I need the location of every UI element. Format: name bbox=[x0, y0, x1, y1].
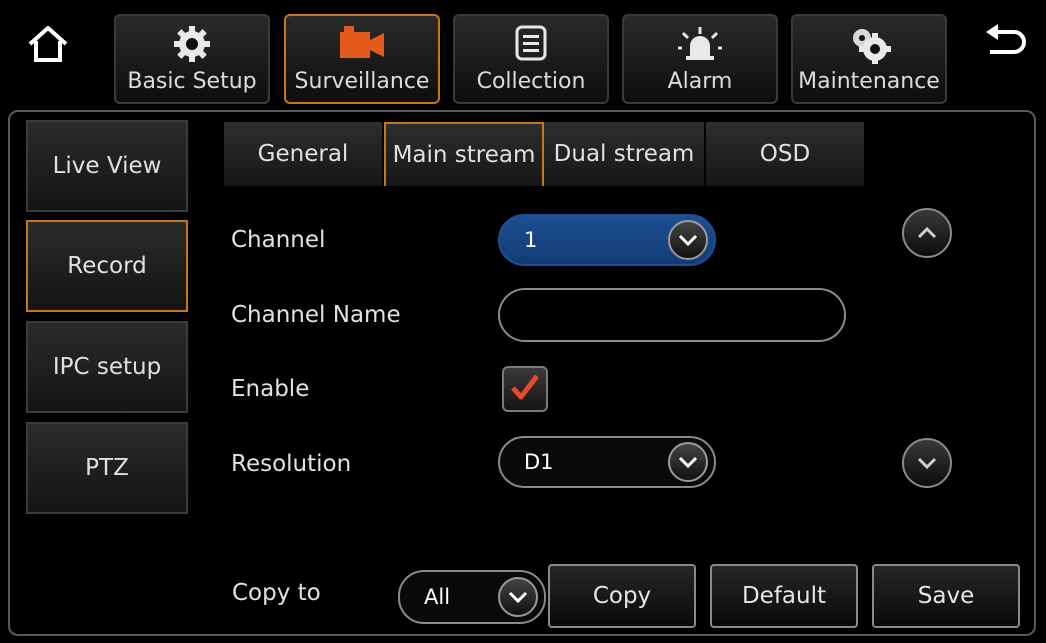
alarm-light-icon bbox=[678, 24, 722, 66]
resolution-label: Resolution bbox=[231, 451, 352, 477]
tab-collection[interactable]: Collection bbox=[453, 14, 609, 104]
button-label: Copy bbox=[592, 583, 652, 609]
tab-maintenance[interactable]: Maintenance bbox=[791, 14, 947, 104]
tab-label: Surveillance bbox=[294, 69, 430, 94]
channel-label: Channel bbox=[231, 227, 326, 253]
enable-label: Enable bbox=[231, 376, 310, 402]
button-label: Default bbox=[741, 583, 827, 609]
tab-label: Collection bbox=[476, 69, 586, 94]
button-label: Save bbox=[917, 583, 975, 609]
sidebar-item-label: Live View bbox=[52, 153, 162, 179]
tab-alarm[interactable]: Alarm bbox=[622, 14, 778, 104]
sidebar-item-live-view[interactable]: Live View bbox=[26, 120, 188, 212]
document-icon bbox=[514, 24, 548, 66]
channel-name-label: Channel Name bbox=[231, 302, 401, 328]
chevron-up-icon bbox=[917, 224, 937, 243]
tab-osd[interactable]: OSD bbox=[706, 122, 866, 186]
back-arrow-icon bbox=[982, 24, 1030, 68]
chevron-down-icon bbox=[668, 220, 708, 260]
tab-label: Dual stream bbox=[553, 141, 695, 167]
tab-label: Alarm bbox=[667, 69, 733, 94]
save-button[interactable]: Save bbox=[872, 564, 1020, 628]
tab-basic-setup[interactable]: Basic Setup bbox=[114, 14, 270, 104]
scroll-up-button[interactable] bbox=[902, 208, 952, 258]
tab-label: General bbox=[257, 141, 349, 167]
back-button[interactable] bbox=[978, 18, 1034, 74]
chevron-down-icon bbox=[917, 454, 937, 473]
chevron-down-icon bbox=[668, 442, 708, 482]
sidebar-item-label: Record bbox=[67, 253, 147, 279]
tab-dual-stream[interactable]: Dual stream bbox=[544, 122, 706, 186]
tab-surveillance[interactable]: Surveillance bbox=[284, 14, 440, 104]
enable-checkbox[interactable] bbox=[502, 366, 548, 412]
resolution-dropdown[interactable]: D1 bbox=[498, 436, 716, 488]
home-icon bbox=[26, 24, 70, 68]
tab-main-stream[interactable]: Main stream bbox=[384, 122, 544, 186]
copy-to-label: Copy to bbox=[232, 580, 321, 606]
sidebar-item-ipc-setup[interactable]: IPC setup bbox=[26, 321, 188, 413]
channel-value: 1 bbox=[524, 228, 538, 252]
copy-to-value: All bbox=[424, 585, 451, 609]
tab-label: Main stream bbox=[392, 142, 536, 168]
resolution-value: D1 bbox=[524, 450, 554, 474]
sidebar-item-label: PTZ bbox=[85, 455, 129, 481]
gears-icon bbox=[847, 24, 891, 68]
sidebar-item-ptz[interactable]: PTZ bbox=[26, 422, 188, 514]
chevron-down-icon bbox=[498, 577, 538, 617]
channel-name-input[interactable] bbox=[498, 288, 846, 342]
camera-icon bbox=[338, 24, 386, 66]
copy-button[interactable]: Copy bbox=[548, 564, 696, 628]
sidebar-item-record[interactable]: Record bbox=[26, 220, 188, 312]
home-button[interactable] bbox=[20, 18, 76, 74]
gear-icon bbox=[172, 24, 212, 68]
sidebar-item-label: IPC setup bbox=[52, 354, 162, 380]
scroll-down-button[interactable] bbox=[902, 438, 952, 488]
copy-to-dropdown[interactable]: All bbox=[398, 570, 546, 624]
tab-general[interactable]: General bbox=[224, 122, 384, 186]
channel-dropdown[interactable]: 1 bbox=[498, 214, 716, 266]
tab-label: OSD bbox=[759, 141, 811, 167]
default-button[interactable]: Default bbox=[710, 564, 858, 628]
checkmark-icon bbox=[510, 373, 540, 405]
tab-label: Basic Setup bbox=[127, 69, 257, 94]
tab-label: Maintenance bbox=[798, 69, 940, 94]
